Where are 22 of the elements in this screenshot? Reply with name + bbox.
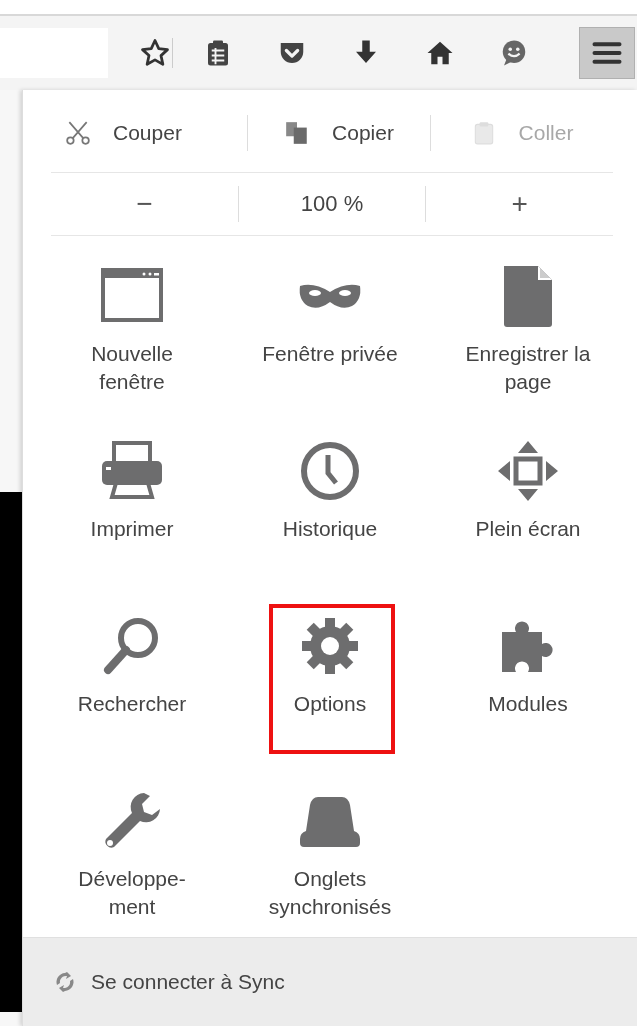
menu-item[interactable]: Enregistrer la page <box>433 264 623 396</box>
menu-item[interactable]: Imprimer <box>37 439 227 543</box>
clock-icon <box>298 439 362 503</box>
menu-item[interactable]: Rechercher <box>37 614 227 718</box>
menu-item[interactable]: Nouvelle fenêtre <box>37 264 227 396</box>
menu-item[interactable]: Plein écran <box>433 439 623 543</box>
zoom-reset-button[interactable]: 100 % <box>238 179 426 229</box>
zoom-out-button[interactable]: − <box>51 179 238 229</box>
menu-item[interactable]: Fenêtre privée <box>235 264 425 368</box>
fullscreen-arrows-icon <box>496 439 560 503</box>
menu-item[interactable]: Onglets synchronisés <box>235 789 425 921</box>
menu-button[interactable] <box>579 27 635 79</box>
menu-item[interactable]: Développe- ment <box>37 789 227 921</box>
zoom-in-button[interactable]: + <box>426 179 613 229</box>
edit-button[interactable]: Couper <box>51 108 247 158</box>
scissors-icon <box>65 120 91 146</box>
edit-button[interactable]: Copier <box>248 108 430 158</box>
menu-item[interactable]: Historique <box>235 439 425 543</box>
menu-item[interactable]: Options <box>235 614 425 718</box>
sync-button[interactable]: Se connecter à Sync <box>53 970 285 994</box>
star-icon[interactable] <box>140 38 170 68</box>
menu-item[interactable]: Modules <box>433 614 623 718</box>
